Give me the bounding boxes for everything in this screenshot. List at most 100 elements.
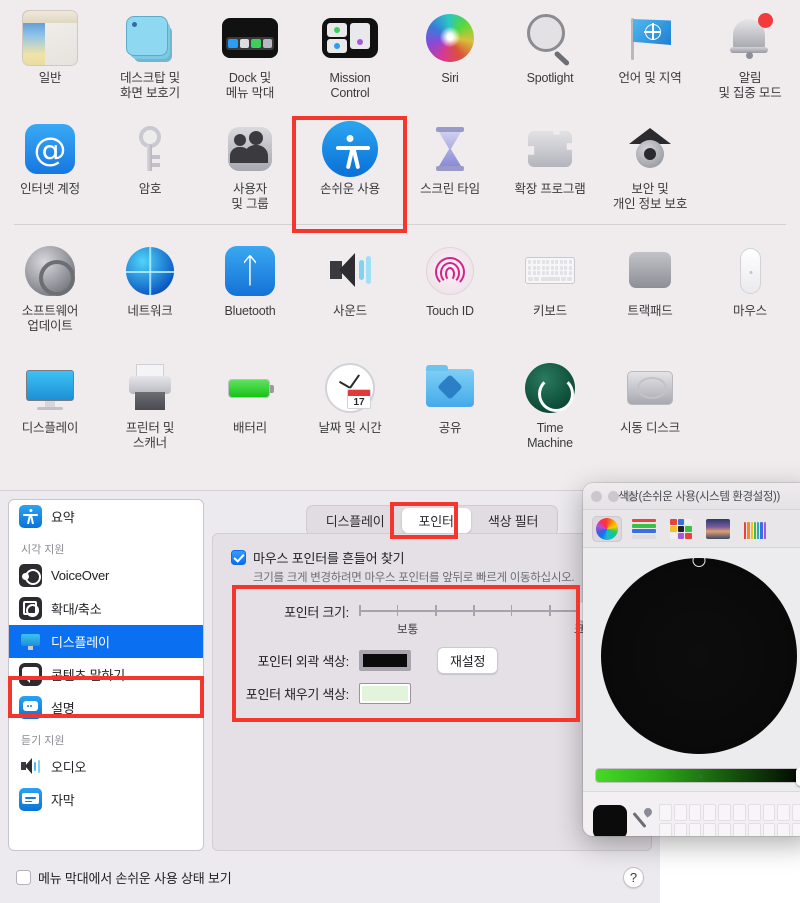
sidebar-item-display[interactable]: 디스플레이 [9,625,203,658]
swatch-cell[interactable] [762,803,776,821]
swatch-cell[interactable] [703,803,717,821]
pref-item-desktop-screensaver[interactable]: 데스크탑 및 화면 보호기 [100,0,200,101]
swatch-cell[interactable] [659,803,672,821]
selected-color-swatch[interactable] [593,804,627,836]
zoom-button[interactable] [625,490,636,502]
swatch-cell[interactable] [688,822,702,836]
swatch-cell[interactable] [673,822,687,836]
pref-item-mouse[interactable]: 마우스 [700,233,800,334]
sidebar-item-zoom[interactable]: 확대/축소 [9,592,203,625]
close-button[interactable] [591,490,602,502]
eyedropper-icon[interactable] [635,807,651,837]
pointer-size-slider[interactable] [359,601,589,621]
shake-to-locate-row[interactable]: 마우스 포인터를 흔들어 찾기 [231,548,633,567]
swatch-cell[interactable] [659,822,672,836]
pref-item-notifications-focus[interactable]: 알림 및 집중 모드 [700,0,800,101]
pref-item-users-groups[interactable]: 사용자 및 그룹 [200,111,300,212]
sidebar-item-audio[interactable]: 오디오 [9,750,203,783]
tab-display[interactable]: 디스플레이 [309,508,402,533]
swatch-cell[interactable] [718,822,731,836]
swatch-cell[interactable] [777,822,791,836]
tab-pointer[interactable]: 포인터 [401,508,471,533]
pointer-size-row[interactable]: 포인터 크기: [231,601,633,621]
pointer-fill-color-row[interactable]: 포인터 채우기 색상: [231,683,633,704]
pref-item-extensions[interactable]: 확장 프로그램 [500,111,600,212]
sidebar-item-label: 오디오 [51,760,87,775]
pref-item-trackpad[interactable]: 트랙패드 [600,233,700,334]
swatch-cell[interactable] [703,822,717,836]
pref-item-battery[interactable]: 배터리 [200,350,300,451]
pref-item-sound[interactable]: 사운드 [300,233,400,334]
color-wheel[interactable] [601,558,797,754]
tab-group[interactable]: 디스플레이 포인터 색상 필터 [305,505,559,536]
swatch-cell[interactable] [747,822,761,836]
pref-item-network[interactable]: 네트워크 [100,233,200,334]
tab-color-filters[interactable]: 색상 필터 [471,508,555,533]
pointer-outline-color-swatch[interactable] [359,650,411,671]
pref-item-siri[interactable]: Siri [400,0,500,101]
pref-item-language-region[interactable]: 언어 및 지역 [600,0,700,101]
pointer-outline-color-row[interactable]: 포인터 외곽 색상: 재설정 [231,647,633,674]
pref-item-spotlight[interactable]: Spotlight [500,0,600,101]
swatch-cell[interactable] [792,822,800,836]
pref-item-software-update[interactable]: 소프트웨어 업데이트 [0,233,100,334]
siri-icon [422,10,478,66]
pref-item-accessibility[interactable]: 손쉬운 사용 [300,111,400,212]
reset-button[interactable]: 재설정 [437,647,499,674]
menubar-status-checkbox[interactable] [16,869,31,885]
sidebar-item-label: 자막 [51,793,75,808]
shake-to-locate-checkbox[interactable] [231,550,246,565]
pencils-tab[interactable] [740,516,770,542]
swatch-cell[interactable] [733,803,746,821]
accessibility-sidebar[interactable]: 요약 시각 지원 VoiceOver 확대/축소 디스플레이 콘텐츠 말하기 설… [8,499,204,851]
pref-item-internet-accounts[interactable]: @ 인터넷 계정 [0,111,100,212]
help-button[interactable]: ? [623,866,644,888]
language-region-icon [622,10,678,66]
color-wheel-area[interactable] [583,548,800,764]
pref-item-security-privacy[interactable]: 보안 및 개인 정보 보호 [600,111,700,212]
color-picker-toolbar[interactable] [583,510,800,548]
sidebar-item-captions[interactable]: 자막 [9,783,203,816]
color-palettes-tab[interactable] [666,516,696,542]
pref-item-general[interactable]: 일반 [0,0,100,101]
swatch-cell[interactable] [747,803,761,821]
swatch-cell[interactable] [718,803,731,821]
pref-item-passwords[interactable]: 암호 [100,111,200,212]
sidebar-item-descriptions[interactable]: 설명 [9,691,203,724]
pref-item-sharing[interactable]: 공유 [400,350,500,451]
image-palettes-tab[interactable] [703,516,733,542]
sidebar-item-summary[interactable]: 요약 [9,500,203,533]
brightness-slider-thumb[interactable] [796,767,800,786]
swatch-cell[interactable] [777,803,791,821]
swatch-cell[interactable] [792,803,800,821]
swatch-cell[interactable] [688,803,702,821]
saved-swatches-grid[interactable] [659,803,800,836]
swatch-cell[interactable] [673,803,687,821]
swatch-cell[interactable] [733,822,746,836]
pref-item-screen-time[interactable]: 스크린 타임 [400,111,500,212]
pref-item-touch-id[interactable]: Touch ID [400,233,500,334]
color-wheel-tab[interactable] [592,515,622,542]
pref-item-mission-control[interactable]: Mission Control [300,0,400,101]
brightness-slider[interactable] [595,767,800,786]
color-wheel-marker[interactable] [692,554,706,567]
color-picker-titlebar[interactable]: 색상(손쉬운 사용(시스템 환경설정)) [583,483,800,510]
minimize-button[interactable] [608,490,619,502]
pref-item-date-time[interactable]: 17 날짜 및 시간 [300,350,400,451]
pref-item-startup-disk[interactable]: 시동 디스크 [600,350,700,451]
pref-item-displays[interactable]: 디스플레이 [0,350,100,451]
pref-item-dock-menubar[interactable]: Dock 및 메뉴 막대 [200,0,300,101]
brightness-slider-area[interactable] [583,764,800,791]
pref-item-bluetooth[interactable]: ᛏ Bluetooth [200,233,300,334]
swatch-cell[interactable] [762,822,776,836]
color-sliders-tab[interactable] [629,516,659,542]
pref-item-keyboard[interactable]: 키보드 [500,233,600,334]
sidebar-item-voiceover[interactable]: VoiceOver [9,559,203,592]
pointer-fill-color-swatch[interactable] [359,683,411,704]
time-machine-icon [522,360,578,416]
pref-item-time-machine[interactable]: Time Machine [500,350,600,451]
prefs-divider-1 [14,224,786,225]
pref-label: 보안 및 개인 정보 보호 [612,182,688,211]
sidebar-item-spoken-content[interactable]: 콘텐츠 말하기 [9,658,203,691]
pref-item-printers-scanners[interactable]: 프린터 및 스캐너 [100,350,200,451]
